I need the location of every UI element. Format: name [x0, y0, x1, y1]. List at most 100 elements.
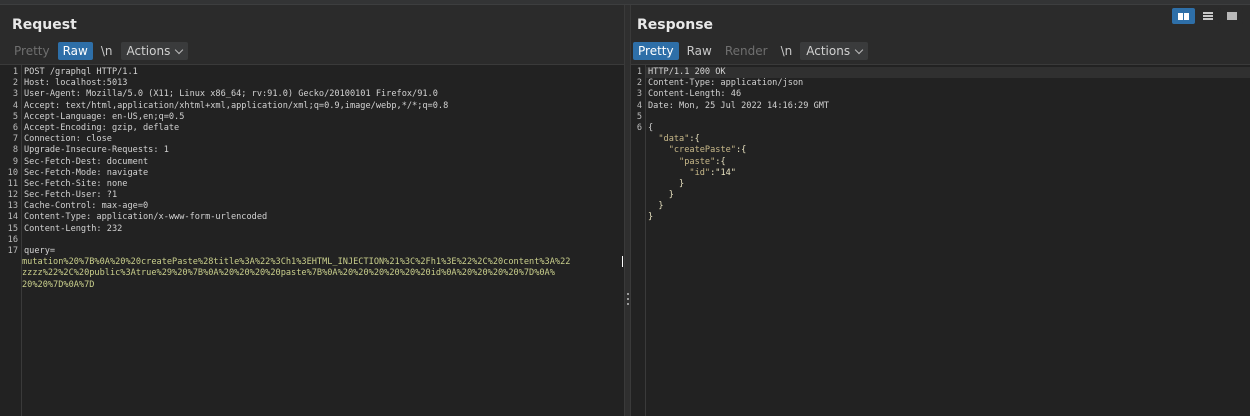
code-line: 17 query=	[0, 246, 624, 257]
json-key: "id"	[689, 167, 711, 178]
json-text: "createPaste":{	[648, 145, 747, 156]
line-text: Accept-Encoding: gzip, deflate	[24, 122, 180, 133]
json-text: }	[648, 201, 664, 212]
code-line: 2 Host: localhost:5013	[0, 78, 624, 89]
line-number: 2	[636, 78, 642, 89]
line-text: Accept-Language: en-US,en;q=0.5	[24, 111, 185, 122]
response-pretty-tab[interactable]: Pretty	[633, 42, 679, 60]
request-actions-button[interactable]: Actions	[120, 42, 189, 60]
json-value: }	[658, 201, 664, 212]
json-line: }	[631, 179, 1250, 190]
json-value: :"14"	[710, 167, 736, 178]
line-number: 5	[636, 111, 642, 122]
body-text: 20%20%7D%0A%7D	[22, 279, 95, 290]
line-number: 11	[7, 178, 18, 189]
json-value: }	[668, 190, 674, 201]
chevron-down-icon	[854, 45, 864, 54]
request-pretty-tab[interactable]: Pretty	[9, 42, 55, 60]
json-line: "paste":{	[631, 157, 1250, 168]
response-raw-tab[interactable]: Raw	[682, 42, 717, 60]
response-code: 1 HTTP/1.1 200 OK 2 Content-Type: applicati…	[631, 67, 1250, 224]
line-number: 5	[12, 111, 18, 122]
line-number: 10	[7, 167, 18, 178]
side-by-side-button[interactable]	[1172, 8, 1195, 24]
response-render-tab[interactable]: Render	[720, 42, 773, 60]
line-text: Cache-Control: max-age=0	[24, 201, 149, 212]
request-code: 1 POST /graphql HTTP/1.1 2 Host: localhost:…	[0, 67, 624, 291]
line-number: 16	[7, 234, 18, 245]
json-text: }	[648, 212, 653, 223]
code-line: 1 HTTP/1.1 200 OK	[631, 67, 1250, 78]
code-line: 4 Accept: text/html,application/xhtml+xml…	[0, 101, 624, 112]
line-text: HTTP/1.1 200 OK	[648, 67, 726, 77]
code-line: 5	[631, 112, 1250, 123]
response-newline-toggle[interactable]: \n	[776, 42, 798, 60]
code-line: 2 Content-Type: application/json	[631, 78, 1250, 89]
request-editor[interactable]: 1 POST /graphql HTTP/1.1 2 Host: localhost:…	[0, 64, 624, 416]
line-text: Content-Type: application/x-www-form-url…	[24, 212, 268, 223]
stacked-button[interactable]	[1196, 8, 1219, 24]
line-text: Date: Mon, 25 Jul 2022 14:16:29 GMT	[648, 100, 830, 111]
code-line: 15 Content-Length: 232	[0, 224, 624, 235]
json-line: }	[631, 201, 1250, 212]
json-value: :{	[715, 156, 726, 167]
tabbed-button[interactable]	[1220, 8, 1243, 24]
line-text: Accept: text/html,application/xhtml+xml,…	[24, 100, 449, 111]
code-line: 16	[0, 235, 624, 246]
line-number: 1	[636, 67, 642, 77]
line-number: 13	[7, 201, 18, 212]
body-line: mutation%20%7B%0A%20%20createPaste%28tit…	[0, 257, 624, 268]
line-text: User-Agent: Mozilla/5.0 (X11; Linux x86_…	[24, 89, 438, 100]
code-line: 10 Sec-Fetch-Mode: navigate	[0, 168, 624, 179]
request-toolbar: Pretty Raw \n Actions	[9, 41, 189, 61]
json-value: :{	[689, 134, 700, 145]
code-line: 9 Sec-Fetch-Dest: document	[0, 157, 624, 168]
line-number: 8	[12, 145, 18, 156]
line-text: Sec-Fetch-Mode: navigate	[24, 167, 149, 178]
line-text: Content-Length: 232	[24, 223, 123, 234]
body-text: zzzz%22%2C%20public%3Atrue%29%20%7B%0A%2…	[22, 268, 555, 279]
json-value: }	[679, 178, 685, 189]
response-actions-button[interactable]: Actions	[800, 42, 869, 60]
json-text: }	[648, 179, 684, 190]
response-pane: Response Pretty Raw Render \n Actions 1H…	[631, 5, 1250, 416]
line-number: 9	[12, 156, 18, 167]
code-line: 4 Date: Mon, 25 Jul 2022 14:16:29 GMT	[631, 101, 1250, 112]
line-number: 6	[636, 122, 642, 133]
line-text: Content-Type: application/json	[648, 78, 804, 89]
body-text: mutation%20%7B%0A%20%20createPaste%28tit…	[22, 257, 571, 268]
request-actions-label: Actions	[126, 44, 171, 58]
line-number: 1	[12, 67, 18, 77]
response-title: Response	[637, 17, 714, 33]
json-key: "data"	[658, 134, 690, 145]
side-by-side-icon	[1178, 12, 1189, 20]
request-title: Request	[12, 17, 77, 33]
pane-divider[interactable]	[624, 5, 631, 416]
request-raw-tab[interactable]: Raw	[57, 42, 93, 60]
code-line: 7 Connection: close	[0, 134, 624, 145]
line-text: POST /graphql HTTP/1.1	[24, 67, 138, 77]
json-key: "paste"	[679, 156, 716, 167]
code-line: 3 Content-Length: 46	[631, 89, 1250, 100]
line-number: 3	[12, 89, 18, 100]
json-value: }	[648, 212, 654, 223]
drag-handle-icon[interactable]	[626, 293, 629, 305]
json-line: }	[631, 212, 1250, 223]
code-line: 12 Sec-Fetch-User: ?1	[0, 190, 624, 201]
json-text: "data":{	[648, 134, 700, 145]
request-pane: Request Pretty Raw \n Actions 1 POST /gra…	[0, 5, 624, 416]
json-text: "paste":{	[648, 157, 726, 168]
code-line: 8 Upgrade-Insecure-Requests: 1	[0, 145, 624, 156]
request-newline-toggle[interactable]: \n	[96, 42, 118, 60]
code-line: 3 User-Agent: Mozilla/5.0 (X11; Linux x86…	[0, 89, 624, 100]
response-editor[interactable]: 1 HTTP/1.1 200 OK 2 Content-Type: applicati…	[631, 64, 1250, 416]
json-line: "data":{	[631, 134, 1250, 145]
code-line: 11 Sec-Fetch-Site: none	[0, 179, 624, 190]
line-text: Content-Length: 46	[648, 89, 742, 100]
line-text: Sec-Fetch-Site: none	[24, 178, 128, 189]
line-number: 15	[7, 223, 18, 234]
